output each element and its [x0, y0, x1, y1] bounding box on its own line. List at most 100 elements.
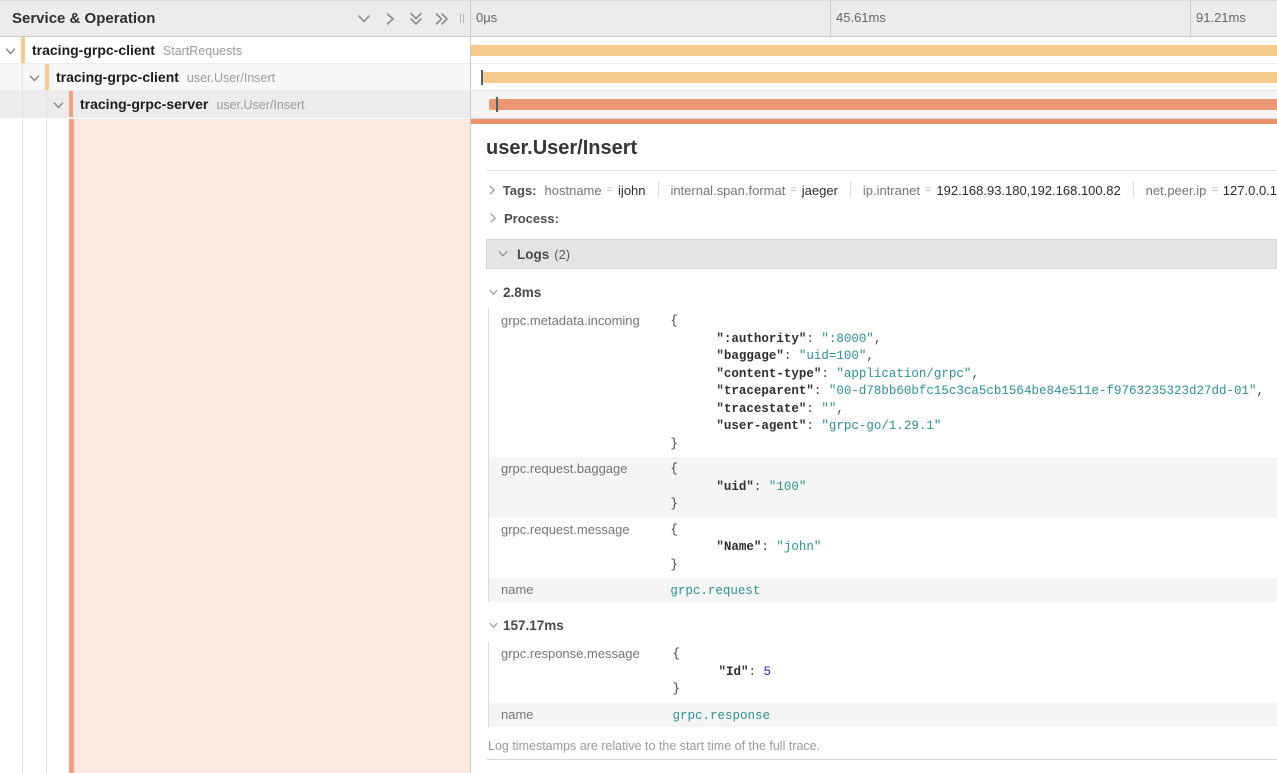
span-duration-cell [470, 37, 1277, 63]
span-color-bar [21, 37, 25, 63]
chevron-down-icon[interactable] [355, 10, 372, 27]
span-row[interactable]: tracing-grpc-clientStartRequests [0, 37, 1277, 64]
logs-label: Logs [517, 247, 549, 262]
span-duration-cell [470, 91, 1277, 117]
span-log-marker [481, 70, 483, 85]
span-row[interactable]: tracing-grpc-clientuser.User/Insert [0, 64, 1277, 91]
log-field-row: namegrpc.request [489, 578, 1277, 602]
chevron-right-icon [486, 212, 500, 224]
tag-item: ip.intranet = 192.168.93.180,192.168.100.8… [863, 183, 1121, 198]
service-operation-header: Service & Operation [0, 1, 470, 37]
json-value: { "uid": "100" } [670, 461, 1264, 514]
expand-collapse-toolbar [355, 10, 450, 27]
log-field-row: name grpc.response [489, 703, 1277, 727]
process-section-toggle[interactable]: Process: [486, 207, 1277, 229]
log-field-row: grpc.response.message{ "Id": 5 } [489, 642, 1277, 703]
tag-item: net.peer.ip=127.0.0.1 [1146, 183, 1277, 198]
log-entry-toggle[interactable]: 157.17ms [486, 615, 1277, 636]
chevron-right-icon [486, 184, 499, 196]
chevron-right-icon[interactable] [381, 10, 398, 27]
ruler-tick-label: 0μs [476, 10, 497, 25]
service-operation-title: Service & Operation [12, 10, 355, 27]
chevron-down-icon[interactable] [3, 44, 17, 58]
log-field-value: { ":authority": ":8000", "baggage": "uid… [658, 309, 1276, 457]
tag-key: ip.intranet [863, 183, 920, 198]
log-field-key: grpc.metadata.incoming [489, 309, 659, 457]
span-service-name: tracing-grpc-serveruser.User/Insert [80, 96, 305, 112]
span-log-marker [496, 97, 498, 112]
tag-separator [850, 182, 851, 198]
span-detail-title: user.User/Insert [486, 137, 1277, 160]
span-row[interactable]: tracing-grpc-serveruser.User/Insert [0, 91, 1277, 118]
json-value: { "Name": "john" } [670, 522, 1264, 575]
span-duration-bar[interactable] [489, 99, 1277, 110]
span-detail-card: user.User/Insert Tags: hostname = ijohn int… [472, 124, 1277, 773]
span-duration-bar[interactable] [470, 45, 1277, 56]
tag-value: ijohn [618, 183, 645, 198]
column-divider[interactable] [470, 1, 471, 773]
selected-span-tint [74, 119, 470, 773]
log-field-value: grpc.request [658, 578, 1276, 602]
span-rows: tracing-grpc-clientStartRequests tracing-… [0, 37, 1277, 118]
chevron-down-icon[interactable] [51, 98, 65, 112]
log-field-row: grpc.request.baggage{ "uid": "100" } [489, 457, 1277, 518]
tag-separator [1133, 182, 1134, 198]
tree-indent-guide [46, 91, 47, 117]
timeline-ruler: 0μs45.61ms91.21ms [470, 1, 1277, 37]
json-value: { "Id": 5 } [673, 646, 1265, 699]
tags-label: Tags: [503, 183, 537, 198]
tag-item: internal.span.format=jaeger [670, 183, 837, 198]
tag-separator [658, 182, 659, 198]
tag-item: hostname = ijohn [545, 183, 646, 198]
tag-equals: = [1211, 184, 1217, 196]
log-field-key: name [489, 703, 661, 727]
title-divider [486, 170, 1277, 171]
logs-count: (2) [554, 247, 570, 262]
tree-indent-guide [22, 119, 23, 773]
chevron-down-icon[interactable] [27, 71, 41, 85]
log-fields-table: grpc.metadata.incoming{ ":authority": ":… [488, 309, 1277, 602]
tag-equals: = [925, 184, 931, 196]
ruler-tick-label: 45.61ms [836, 10, 886, 25]
selected-span-color-bar [69, 119, 74, 773]
log-entry-toggle[interactable]: 2.8ms [486, 282, 1277, 303]
span-name-cell: tracing-grpc-clientuser.User/Insert [0, 64, 470, 90]
span-color-bar [45, 64, 49, 90]
double-chevron-right-icon[interactable] [433, 10, 450, 27]
log-field-row: grpc.metadata.incoming{ ":authority": ":… [489, 309, 1277, 457]
tag-key: hostname [545, 183, 602, 198]
ruler-tick [830, 1, 831, 36]
log-field-key: grpc.response.message [489, 642, 661, 703]
log-field-key: grpc.request.baggage [489, 457, 659, 518]
log-timestamp: 157.17ms [503, 618, 564, 633]
double-chevron-down-icon[interactable] [407, 10, 424, 27]
span-service-name: tracing-grpc-clientuser.User/Insert [56, 69, 275, 85]
selected-span-indent-column [0, 119, 470, 773]
tag-equals: = [607, 184, 613, 196]
logs-section-toggle[interactable]: Logs (2) [486, 239, 1277, 269]
log-field-value: { "uid": "100" } [658, 457, 1276, 518]
tags-section-toggle[interactable]: Tags: hostname = ijohn internal.span.format… [486, 179, 1277, 201]
tree-indent-guide [22, 91, 23, 117]
span-duration-bar[interactable] [483, 72, 1277, 83]
span-color-bar [69, 91, 73, 117]
log-field-value: { "Id": 5 } [661, 642, 1277, 703]
span-service-name: tracing-grpc-clientStartRequests [32, 42, 242, 58]
span-duration-cell [470, 64, 1277, 90]
span-operation-name: StartRequests [163, 44, 242, 58]
span-name-cell: tracing-grpc-clientStartRequests [0, 37, 470, 63]
tree-indent-guide [46, 119, 47, 773]
log-field-value: grpc.response [661, 703, 1277, 727]
tag-value: 192.168.93.180,192.168.100.82 [936, 183, 1120, 198]
tree-indent-guide [22, 64, 23, 90]
log-field-string-value: grpc.response [673, 709, 771, 723]
chevron-down-icon [486, 287, 500, 298]
ruler-tick [1190, 1, 1191, 36]
logs-section: Logs (2) 2.8ms grpc.metadata.incoming{ ":… [486, 239, 1277, 760]
log-fields-table: grpc.response.message{ "Id": 5 }namegrpc… [488, 642, 1277, 727]
chevron-down-icon [486, 620, 500, 631]
span-operation-name: user.User/Insert [187, 71, 275, 85]
span-operation-name: user.User/Insert [216, 98, 304, 112]
column-resizer-grip[interactable] [460, 14, 464, 24]
trace-timeline-view: Service & Operation 0μs45.61ms91.21ms tr… [0, 0, 1277, 773]
